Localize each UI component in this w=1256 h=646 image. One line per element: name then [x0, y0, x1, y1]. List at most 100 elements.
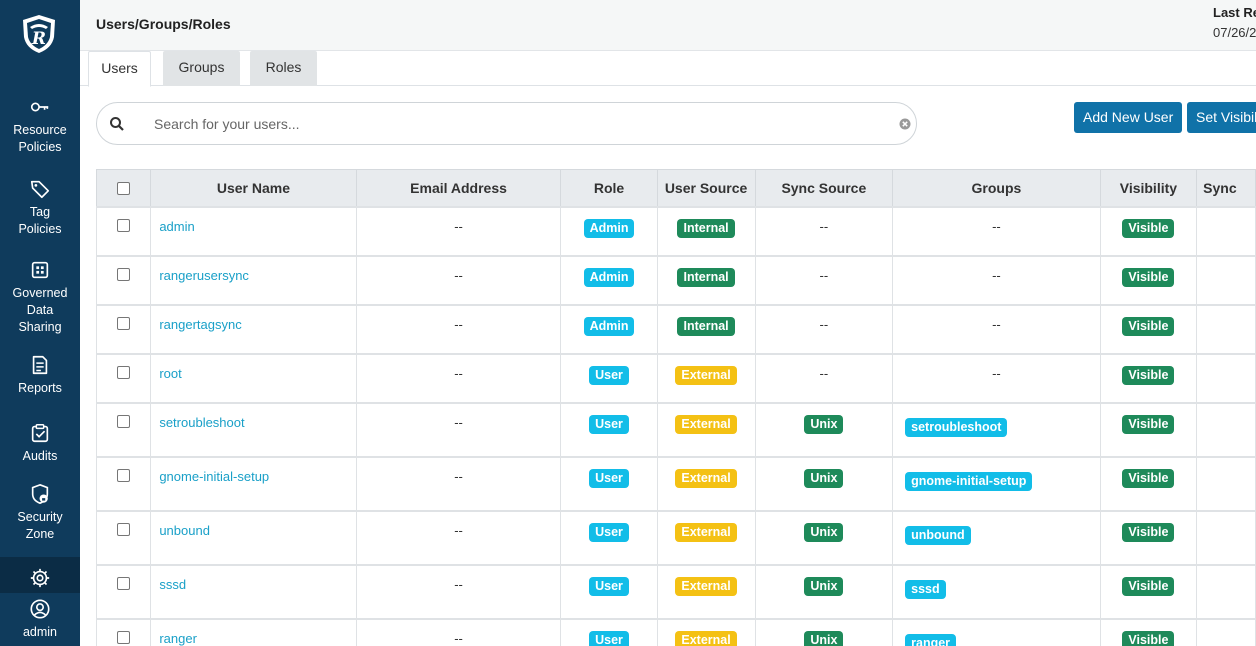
row-checkbox[interactable] — [117, 630, 131, 644]
role-badge: Admin — [583, 316, 635, 336]
visibility-badge: Visible — [1122, 630, 1175, 646]
select-all-header — [95, 169, 152, 207]
column-header-role[interactable]: Role — [560, 169, 658, 207]
role-badge: User — [589, 630, 629, 646]
key-icon — [30, 102, 49, 112]
visibility-badge: Visible — [1122, 267, 1175, 287]
user-source-badge: Internal — [677, 218, 735, 238]
row-checkbox[interactable] — [117, 414, 131, 428]
table-header-row: User Name Email Address Role User Source… — [95, 169, 1256, 207]
group-badge: unbound — [905, 525, 971, 545]
row-checkbox[interactable] — [117, 218, 131, 232]
sync-source-badge: Unix — [804, 630, 844, 646]
set-visibility-button[interactable]: Set Visibility — [1187, 102, 1256, 133]
last-refresh-date: 07/26/2024 — [1213, 25, 1256, 40]
groups-value: -- — [992, 316, 1001, 332]
sidebar-item-label: Zone — [25, 527, 55, 541]
visibility-badge: Visible — [1122, 218, 1175, 238]
user-name-link[interactable]: root — [159, 366, 181, 381]
user-circle-icon — [30, 599, 50, 619]
select-all-checkbox[interactable] — [117, 181, 131, 195]
sidebar-item-settings[interactable] — [0, 557, 80, 593]
sync-source-badge: Unix — [804, 522, 844, 542]
row-checkbox[interactable] — [117, 267, 131, 281]
search-input[interactable] — [154, 113, 874, 135]
user-name-link[interactable]: ranger — [159, 631, 197, 646]
sync-source-value: -- — [819, 365, 829, 381]
table-row: gnome-initial-setup -- User External Uni… — [95, 455, 1256, 511]
row-checkbox[interactable] — [117, 468, 131, 482]
role-badge: User — [589, 522, 629, 542]
visibility-badge: Visible — [1122, 414, 1175, 434]
column-header-user-source[interactable]: User Source — [656, 169, 756, 207]
user-name-link[interactable]: admin — [159, 219, 194, 234]
user-source-badge: External — [675, 414, 737, 434]
user-source-badge: Internal — [677, 267, 735, 287]
sidebar-item-security-zone[interactable]: Security Zone — [0, 483, 80, 543]
role-badge: User — [589, 414, 629, 434]
sync-source-badge: Unix — [804, 414, 844, 434]
role-badge: Admin — [583, 267, 635, 287]
sidebar-item-reports[interactable]: Reports — [0, 354, 80, 397]
column-header-user-name[interactable]: User Name — [150, 169, 357, 207]
sidebar-item-label: Audits — [22, 449, 58, 463]
sidebar-item-user-profile[interactable]: admin — [0, 598, 80, 641]
table-row: ranger -- User External Unix ranger Visi… — [95, 617, 1256, 646]
sidebar-item-governed-data-sharing[interactable]: Governed Data Sharing — [0, 259, 80, 336]
user-source-badge: External — [675, 522, 737, 542]
user-source-badge: External — [675, 365, 737, 385]
email-value: -- — [454, 468, 463, 484]
sidebar-item-audits[interactable]: Audits — [0, 422, 80, 465]
email-value: -- — [454, 630, 463, 646]
clear-icon[interactable] — [898, 117, 912, 131]
column-header-sync[interactable]: Sync — [1196, 169, 1256, 207]
user-name-link[interactable]: sssd — [159, 577, 186, 592]
tab-roles[interactable]: Roles — [250, 51, 317, 86]
search-icon — [110, 117, 124, 131]
user-name-link[interactable]: gnome-initial-setup — [159, 469, 269, 484]
table-row: setroubleshoot -- User External Unix set… — [95, 401, 1256, 457]
add-new-user-button[interactable]: Add New User — [1074, 102, 1182, 133]
sidebar-item-label: Governed — [12, 286, 68, 300]
sidebar-item-tag-policies[interactable]: Tag Policies — [0, 178, 80, 238]
sidebar-item-resource-policies[interactable]: Resource Policies — [0, 96, 80, 156]
tab-users[interactable]: Users — [88, 51, 151, 87]
role-badge: User — [589, 576, 629, 596]
user-name-link[interactable]: rangertagsync — [159, 317, 241, 332]
user-name-link[interactable]: unbound — [159, 523, 210, 538]
visibility-badge: Visible — [1122, 316, 1175, 336]
sidebar-item-label: Sharing — [18, 320, 62, 334]
user-name-link[interactable]: setroubleshoot — [159, 415, 244, 430]
audit-icon — [31, 424, 49, 443]
row-checkbox[interactable] — [117, 316, 131, 330]
visibility-badge: Visible — [1122, 365, 1175, 385]
email-value: -- — [454, 414, 463, 430]
sidebar-item-label: Security — [17, 510, 63, 524]
column-header-sync-source[interactable]: Sync Source — [754, 169, 894, 207]
group-badge: gnome-initial-setup — [905, 471, 1033, 491]
email-value: -- — [454, 267, 463, 283]
table-row: sssd -- User External Unix sssd Visible — [95, 563, 1256, 619]
sidebar-item-label: Resource — [13, 123, 67, 137]
sidebar-item-label: Tag — [29, 205, 51, 219]
user-source-badge: External — [675, 468, 737, 488]
ranger-logo-icon[interactable]: R — [19, 13, 59, 55]
user-name-link[interactable]: rangerusersync — [159, 268, 249, 283]
column-header-email[interactable]: Email Address — [355, 169, 562, 207]
email-value: -- — [454, 365, 463, 381]
column-header-visibility[interactable]: Visibility — [1099, 169, 1198, 207]
row-checkbox[interactable] — [117, 576, 131, 590]
tab-groups[interactable]: Groups — [163, 51, 240, 86]
shield-lock-icon — [31, 483, 49, 505]
email-value: -- — [454, 576, 463, 592]
gear-icon — [30, 568, 50, 588]
sidebar-item-label: admin — [22, 625, 58, 639]
row-checkbox[interactable] — [117, 365, 131, 379]
users-table: User Name Email Address Role User Source… — [95, 169, 1256, 646]
page-title: Users/Groups/Roles — [96, 16, 231, 32]
sidebar-item-label: Reports — [18, 381, 62, 395]
column-header-groups[interactable]: Groups — [892, 169, 1101, 207]
row-checkbox[interactable] — [117, 522, 131, 536]
tag-icon — [30, 180, 50, 199]
last-refresh-label: Last Re — [1213, 5, 1256, 20]
